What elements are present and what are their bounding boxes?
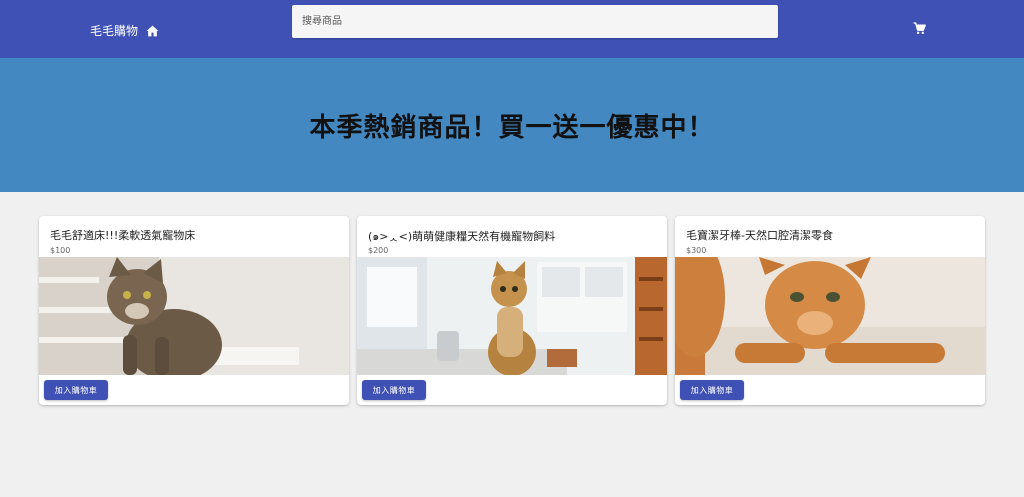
promo-title: 本季熱銷商品！買一送一優惠中！ xyxy=(309,112,715,143)
product-card: (๑>ᆺ<)萌萌健康糧天然有機寵物飼料 $200 加入購物車 xyxy=(357,216,667,405)
search-box xyxy=(292,5,778,38)
home-icon xyxy=(146,25,159,37)
search-input[interactable] xyxy=(292,5,778,38)
product-card: 毛寶潔牙棒-天然口腔清潔零食 $300 加入購物車 xyxy=(675,216,985,405)
product-image xyxy=(675,257,985,375)
product-card: 毛毛舒適床!!!柔軟透氣寵物床 $100 加入購物車 xyxy=(39,216,349,405)
cart-button[interactable] xyxy=(910,20,928,38)
brand-home-link[interactable]: 毛毛購物 xyxy=(90,21,159,41)
add-to-cart-button[interactable]: 加入購物車 xyxy=(362,380,426,400)
product-title: 毛毛舒適床!!!柔軟透氣寵物床 xyxy=(50,229,196,242)
shopping-cart-icon xyxy=(913,20,926,39)
brand-name: 毛毛購物 xyxy=(90,24,139,38)
product-price: $100 xyxy=(50,246,71,255)
product-image xyxy=(357,257,667,375)
app-bar: 毛毛購物 xyxy=(0,0,1024,58)
promo-banner: 本季熱銷商品！買一送一優惠中！ xyxy=(0,58,1024,192)
product-price: $300 xyxy=(686,246,707,255)
product-price: $200 xyxy=(368,246,389,255)
add-to-cart-button[interactable]: 加入購物車 xyxy=(680,380,744,400)
add-to-cart-button[interactable]: 加入購物車 xyxy=(44,380,108,400)
product-title: (๑>ᆺ<)萌萌健康糧天然有機寵物飼料 xyxy=(368,230,556,243)
product-image xyxy=(39,257,349,375)
product-title: 毛寶潔牙棒-天然口腔清潔零食 xyxy=(686,229,833,242)
